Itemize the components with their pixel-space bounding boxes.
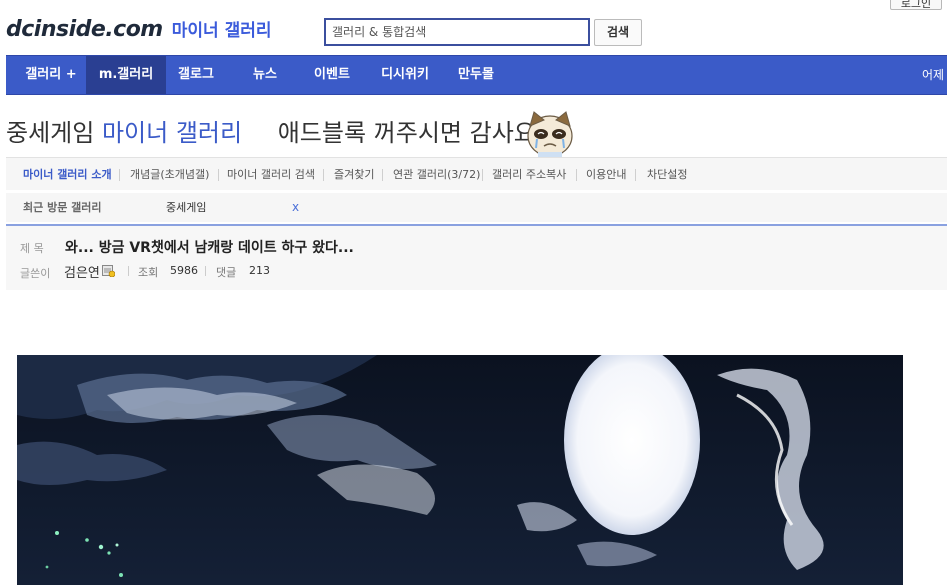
nav-item-gallery[interactable]: 갤러리 + (16, 56, 86, 94)
submenu-related-galleries[interactable]: 연관 갤러리(3/72) (393, 158, 480, 191)
submenu-divider (323, 169, 324, 181)
logo-subtitle: 마이너 갤러리 (171, 21, 272, 41)
submenu-block-settings[interactable]: 차단설정 (647, 158, 687, 191)
post-image (17, 355, 903, 585)
submenu-divider (382, 169, 383, 181)
submenu-favorites[interactable]: 즐겨찾기 (334, 158, 374, 191)
gallery-type: 마이너 갤러리 (101, 119, 243, 147)
submenu-usage-guide[interactable]: 이용안내 (586, 158, 626, 191)
nav-item-dcwiki[interactable]: 디시위키 (374, 56, 436, 94)
nav-item-event[interactable]: 이벤트 (302, 56, 362, 94)
submenu-copy-address[interactable]: 갤러리 주소복사 (492, 158, 566, 191)
dcinside-mascot-icon (527, 111, 573, 160)
submenu-divider (635, 169, 636, 181)
night-sky-moon-image (17, 355, 903, 585)
comments-label: 댓글 (216, 266, 237, 279)
site-logo[interactable]: dcinside.com 마이너 갤러리 (6, 16, 272, 48)
recent-galleries: 최근 방문 갤러리 중세게임 x (6, 193, 947, 222)
views-count: 5986 (170, 264, 198, 277)
submenu-gallery-search[interactable]: 마이너 갤러리 검색 (227, 158, 315, 191)
submenu-divider (218, 169, 219, 181)
post-header: 제 목 와... 방금 VR챗에서 남캐랑 데이트 하구 왔다... 글쓴이 검… (6, 226, 947, 290)
submenu-divider (576, 169, 577, 181)
main-nav: 갤러리 + m.갤러리 갤로그 뉴스 이벤트 디시위키 만두몰 어제 (6, 55, 947, 95)
logo-text: dcinside.com (6, 17, 163, 42)
title-label: 제 목 (20, 242, 44, 255)
author-label: 글쓴이 (20, 267, 51, 280)
gallery-title: 중세게임 마이너 갤러리 애드블록 꺼주시면 감사요 (6, 113, 536, 147)
meta-divider (128, 266, 129, 276)
search-button[interactable]: 검색 (594, 19, 642, 46)
nav-item-news[interactable]: 뉴스 (240, 56, 290, 94)
post-title: 와... 방금 VR챗에서 남캐랑 데이트 하구 왔다... (65, 240, 354, 256)
views-label: 조회 (138, 266, 159, 279)
adblock-message: 애드블록 꺼주시면 감사요 (277, 119, 536, 147)
submenu-minor-intro[interactable]: 마이너 갤러리 소개 (23, 158, 112, 191)
submenu-divider (482, 169, 483, 181)
recent-gallery-link[interactable]: 중세게임 (166, 193, 206, 222)
post-author[interactable]: 검은연 (64, 262, 100, 281)
submenu-best-posts[interactable]: 개념글(초개념갤) (130, 158, 209, 191)
login-button[interactable]: 로그인 (890, 0, 942, 10)
search-input[interactable] (326, 20, 588, 44)
recent-label: 최근 방문 갤러리 (23, 201, 102, 214)
meta-divider (205, 266, 206, 276)
nav-item-m-gallery[interactable]: m.갤러리 (86, 56, 166, 94)
nav-item-gallog[interactable]: 갤로그 (168, 56, 224, 94)
comments-count[interactable]: 213 (249, 264, 270, 277)
gallog-icon[interactable] (102, 265, 115, 277)
nav-item-yesterday[interactable]: 어제 (922, 56, 947, 94)
search-box (324, 18, 590, 46)
submenu-divider (119, 169, 120, 181)
nav-item-mandumall[interactable]: 만두몰 (450, 56, 502, 94)
gallery-name: 중세게임 (6, 119, 95, 147)
gallery-submenu: 마이너 갤러리 소개 개념글(초개념갤) 마이너 갤러리 검색 즐겨찾기 연관 … (6, 157, 947, 190)
recent-close-icon[interactable]: x (292, 193, 299, 222)
